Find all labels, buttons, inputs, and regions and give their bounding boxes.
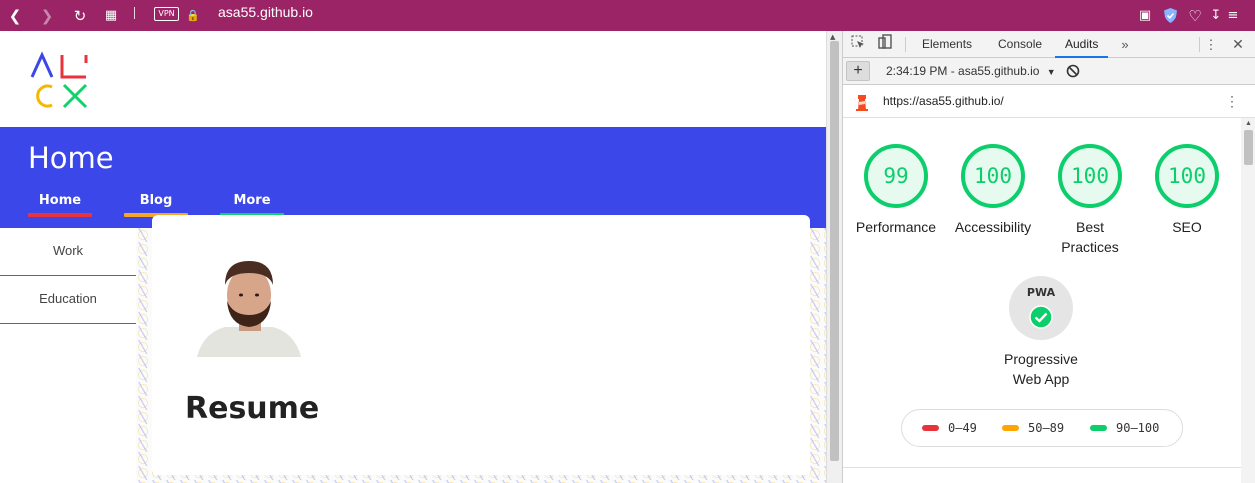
scroll-up-arrow-icon[interactable]: ▲ bbox=[830, 33, 835, 41]
report-selector-label: 2:34:19 PM - asa55.github.io bbox=[886, 64, 1040, 78]
camera-icon[interactable]: ▣ bbox=[1136, 0, 1154, 31]
devtools-scrollbar[interactable]: ▲ bbox=[1241, 118, 1255, 483]
gauge-accessibility[interactable]: 100 Accessibility bbox=[945, 144, 1041, 237]
gauge-performance[interactable]: 99 Performance bbox=[848, 144, 944, 237]
report-divider bbox=[843, 467, 1241, 468]
page-title: Home bbox=[28, 141, 114, 175]
gauge-label: SEO bbox=[1172, 219, 1202, 235]
legend-swatch bbox=[922, 424, 939, 431]
tab-console[interactable]: Console bbox=[998, 31, 1042, 58]
clear-all-icon[interactable] bbox=[1066, 64, 1080, 78]
legend-swatch bbox=[1090, 424, 1107, 431]
sidebar-item-work[interactable]: Work bbox=[0, 228, 136, 276]
new-audit-button[interactable]: + bbox=[846, 61, 870, 81]
check-icon bbox=[1029, 305, 1053, 329]
legend-item-average: 50–89 bbox=[1002, 410, 1064, 446]
legend-range: 90–100 bbox=[1116, 421, 1160, 435]
sidebar: Work Education bbox=[0, 228, 136, 483]
gauge-label: Accessibility bbox=[954, 219, 1032, 235]
audited-url[interactable]: https://asa55.github.io/ bbox=[883, 85, 1004, 118]
tab-separator bbox=[905, 37, 906, 52]
report-selector[interactable]: 2:34:19 PM - asa55.github.io ▼ bbox=[886, 58, 1056, 85]
nav-home[interactable]: Home bbox=[28, 193, 92, 217]
nav-blog-label: Blog bbox=[139, 193, 173, 208]
gauge-score: 100 bbox=[974, 164, 1012, 188]
nav-blog[interactable]: Blog bbox=[124, 193, 188, 217]
gauge-score: 99 bbox=[883, 164, 909, 188]
page-scrollbar[interactable]: ▲ bbox=[826, 31, 842, 483]
resume-heading: Resume bbox=[185, 391, 320, 426]
devtools-menu-icon[interactable]: ⋮ bbox=[1204, 31, 1218, 58]
gauge-pwa[interactable]: PWA Progressive Web App bbox=[991, 276, 1091, 389]
more-tabs-icon[interactable]: » bbox=[1118, 31, 1132, 58]
gauge-score: 100 bbox=[1071, 164, 1109, 188]
gauge-label: Progressive Web App bbox=[1004, 351, 1078, 387]
legend-item-pass: 90–100 bbox=[1090, 410, 1159, 446]
menu-icon[interactable]: ≡ bbox=[1226, 0, 1240, 31]
gauge-best-practices[interactable]: 100 Best Practices bbox=[1042, 144, 1138, 257]
gauge-ring: 100 bbox=[1058, 144, 1122, 208]
tab-separator-right bbox=[1199, 37, 1200, 52]
report-menu-icon[interactable]: ⋮ bbox=[1225, 85, 1239, 118]
gauge-seo[interactable]: 100 SEO bbox=[1139, 144, 1235, 237]
heart-icon[interactable]: ♡ bbox=[1187, 0, 1203, 31]
address-bar[interactable]: asa55.github.io bbox=[218, 0, 313, 25]
inspect-element-icon[interactable] bbox=[849, 31, 867, 58]
device-toolbar-icon[interactable] bbox=[876, 31, 894, 58]
legend-range: 50–89 bbox=[1028, 421, 1065, 435]
legend-item-fail: 0–49 bbox=[922, 410, 977, 446]
tab-elements[interactable]: Elements bbox=[922, 31, 972, 58]
reload-icon[interactable]: ↻ bbox=[70, 0, 90, 31]
download-icon[interactable]: ↧ bbox=[1210, 0, 1222, 31]
nav-home-label: Home bbox=[38, 193, 82, 208]
devtools-scrollbar-thumb[interactable] bbox=[1244, 130, 1253, 165]
gauge-label: Performance bbox=[855, 219, 937, 235]
shield-icon[interactable] bbox=[1162, 0, 1178, 31]
pwa-badge-text: PWA bbox=[1026, 286, 1056, 299]
scroll-up-arrow-icon[interactable]: ▲ bbox=[1245, 120, 1252, 127]
profile-photo bbox=[197, 261, 301, 357]
lighthouse-icon bbox=[856, 95, 868, 111]
nav-home-underline bbox=[28, 213, 92, 217]
nav-more[interactable]: More bbox=[220, 193, 284, 217]
tab-audits[interactable]: Audits bbox=[1055, 31, 1109, 58]
browser-toolbar: ❮ ❯ ↻ ▦ VPN 🔒 asa55.github.io ▣ ♡ ↧ ≡ bbox=[0, 0, 1255, 31]
gauge-ring: 100 bbox=[1155, 144, 1219, 208]
devtools-panel: Elements Console Audits » ⋮ ✕ + 2:34:19 … bbox=[842, 31, 1255, 483]
legend-range: 0–49 bbox=[948, 421, 977, 435]
back-icon[interactable]: ❮ bbox=[6, 0, 24, 31]
speed-dial-icon[interactable]: ▦ bbox=[102, 0, 120, 31]
gauge-label: Best Practices bbox=[1061, 219, 1119, 255]
nav-more-label: More bbox=[233, 193, 271, 208]
gauge-ring: 100 bbox=[961, 144, 1025, 208]
audits-toolbar: + 2:34:19 PM - asa55.github.io ▼ bbox=[843, 58, 1255, 85]
sidebar-item-education[interactable]: Education bbox=[0, 276, 136, 324]
page-scrollbar-thumb[interactable] bbox=[830, 41, 839, 461]
site-logo[interactable] bbox=[30, 51, 90, 111]
legend-swatch bbox=[1002, 424, 1019, 431]
lighthouse-report: 99 Performance 100 Accessibility 100 Bes… bbox=[843, 118, 1241, 483]
report-url-row: https://asa55.github.io/ ⋮ bbox=[843, 85, 1255, 118]
gauge-score: 100 bbox=[1168, 164, 1206, 188]
gauge-ring: 99 bbox=[864, 144, 928, 208]
dropdown-arrow-icon: ▼ bbox=[1046, 67, 1056, 77]
lock-icon: 🔒 bbox=[186, 9, 200, 22]
vpn-badge[interactable]: VPN bbox=[154, 7, 179, 21]
pwa-badge-icon: PWA bbox=[1009, 276, 1073, 340]
devtools-tab-bar: Elements Console Audits » ⋮ ✕ bbox=[843, 31, 1255, 58]
hero-banner: Home Home Blog More bbox=[0, 127, 826, 228]
forward-icon[interactable]: ❯ bbox=[38, 0, 56, 31]
web-page: Home Home Blog More Work Education Resum… bbox=[0, 31, 826, 483]
close-icon[interactable]: ✕ bbox=[1230, 31, 1246, 58]
score-legend: 0–49 50–89 90–100 bbox=[901, 409, 1183, 447]
toolbar-separator bbox=[134, 7, 135, 19]
